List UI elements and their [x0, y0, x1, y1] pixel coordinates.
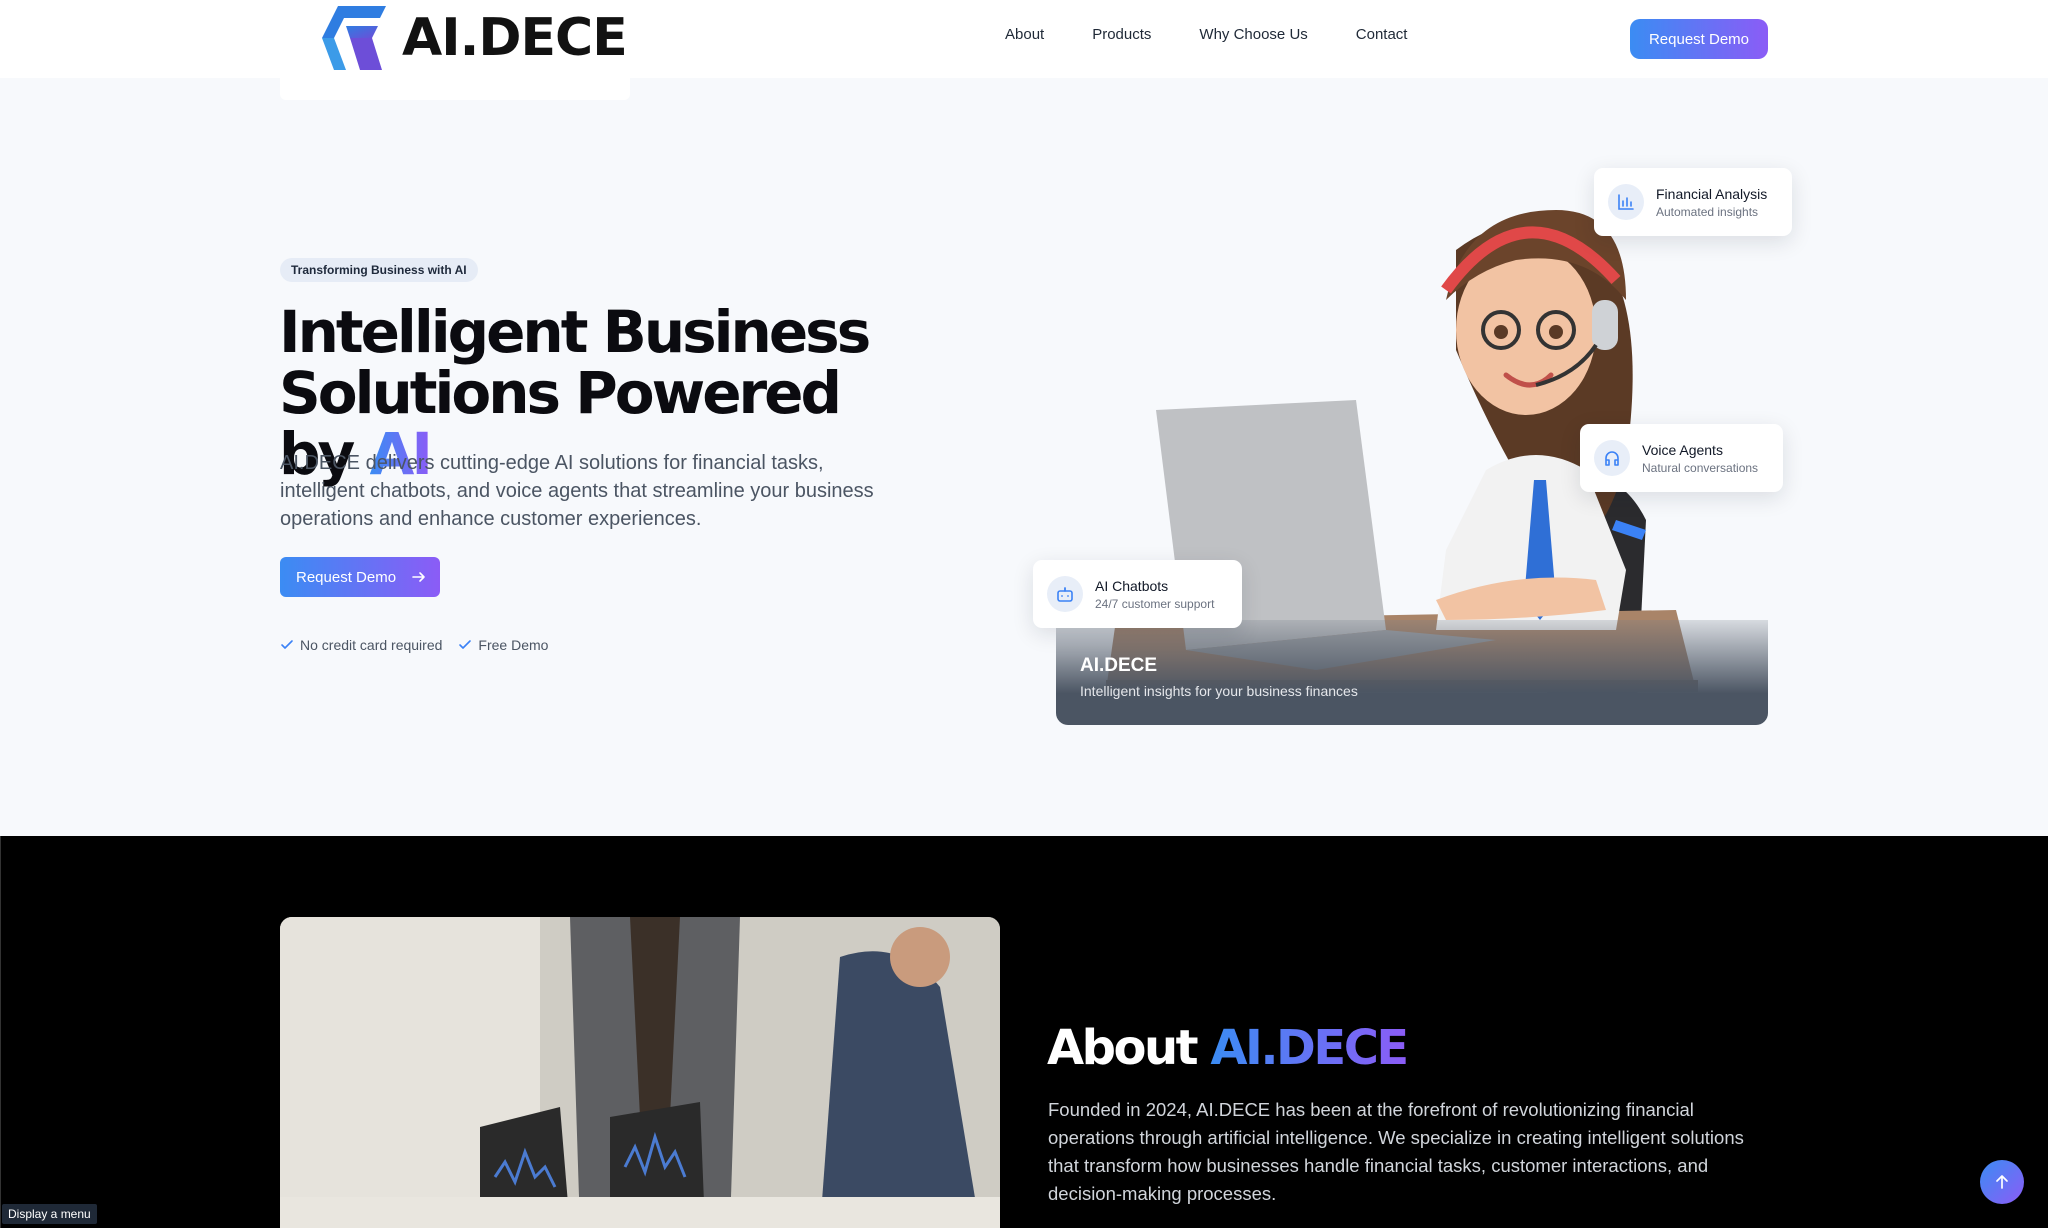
nav-link-contact[interactable]: Contact [1356, 26, 1408, 43]
nav-links: About Products Why Choose Us Contact [1005, 26, 1407, 43]
about-image [280, 917, 1000, 1228]
headset-ear [1592, 300, 1618, 350]
feature-subtitle: Natural conversations [1642, 460, 1759, 475]
scroll-to-top-button[interactable] [1980, 1160, 2024, 1204]
check-icon [281, 640, 293, 649]
brand-name: AI.DECE [402, 8, 628, 68]
hero-cta-label: Request Demo [296, 568, 397, 586]
office-photo [280, 917, 1000, 1228]
headphones-icon [1594, 440, 1630, 476]
feature-title: Voice Agents [1642, 441, 1723, 458]
feature-card-financial-analysis[interactable]: Financial Analysis Automated insights [1594, 168, 1792, 236]
arrow-up-icon [1996, 1175, 2008, 1189]
hero-request-demo-button[interactable]: Request Demo [280, 557, 440, 597]
about-title: About AI.DECE [1047, 1020, 1409, 1076]
about-description: Founded in 2024, AI.DECE has been at the… [1048, 1099, 1744, 1204]
bar-chart-icon [1608, 184, 1644, 220]
check-icon [459, 640, 472, 649]
logo-mark-icon [322, 6, 386, 70]
illustration-caption-title: AI.DECE [1080, 655, 1158, 676]
illustration-caption-subtitle: Intelligent insights for your business f… [1080, 683, 1358, 699]
logo-underlay [280, 78, 630, 100]
illustration-caption-overlay [1056, 620, 1768, 725]
top-navbar: AI.DECE About Products Why Choose Us Con… [0, 0, 2048, 78]
check-item: No credit card required [280, 637, 442, 653]
feature-card-ai-chatbots[interactable]: AI Chatbots 24/7 customer support [1033, 560, 1242, 628]
hero-description: AI.DECE delivers cutting-edge AI solutio… [280, 452, 874, 530]
nav-link-about[interactable]: About [1005, 26, 1044, 43]
nav-request-demo-button[interactable]: Request Demo [1630, 19, 1768, 59]
arrow-right-icon [412, 572, 425, 582]
feature-subtitle: Automated insights [1656, 204, 1759, 219]
check-label: Free Demo [478, 637, 549, 653]
check-item: Free Demo [458, 637, 548, 653]
hero-checks: No credit card required Free Demo [280, 637, 548, 653]
bot-icon [1047, 576, 1083, 612]
feature-card-voice-agents[interactable]: Voice Agents Natural conversations [1580, 424, 1783, 492]
brand-logo[interactable]: AI.DECE [320, 4, 628, 72]
hero-badge: Transforming Business with AI [280, 258, 478, 282]
tooltip: Display a menu [2, 1204, 97, 1224]
check-label: No credit card required [300, 637, 443, 653]
feature-subtitle: 24/7 customer support [1095, 596, 1215, 611]
hero-title-line1: Intelligent Business [279, 298, 871, 366]
about-title-prefix: About [1047, 1020, 1211, 1076]
about-title-accent: AI.DECE [1210, 1020, 1409, 1076]
nav-link-why-choose-us[interactable]: Why Choose Us [1199, 26, 1307, 43]
feature-title: AI Chatbots [1095, 577, 1169, 594]
nav-link-products[interactable]: Products [1092, 26, 1151, 43]
feature-title: Financial Analysis [1656, 185, 1768, 202]
